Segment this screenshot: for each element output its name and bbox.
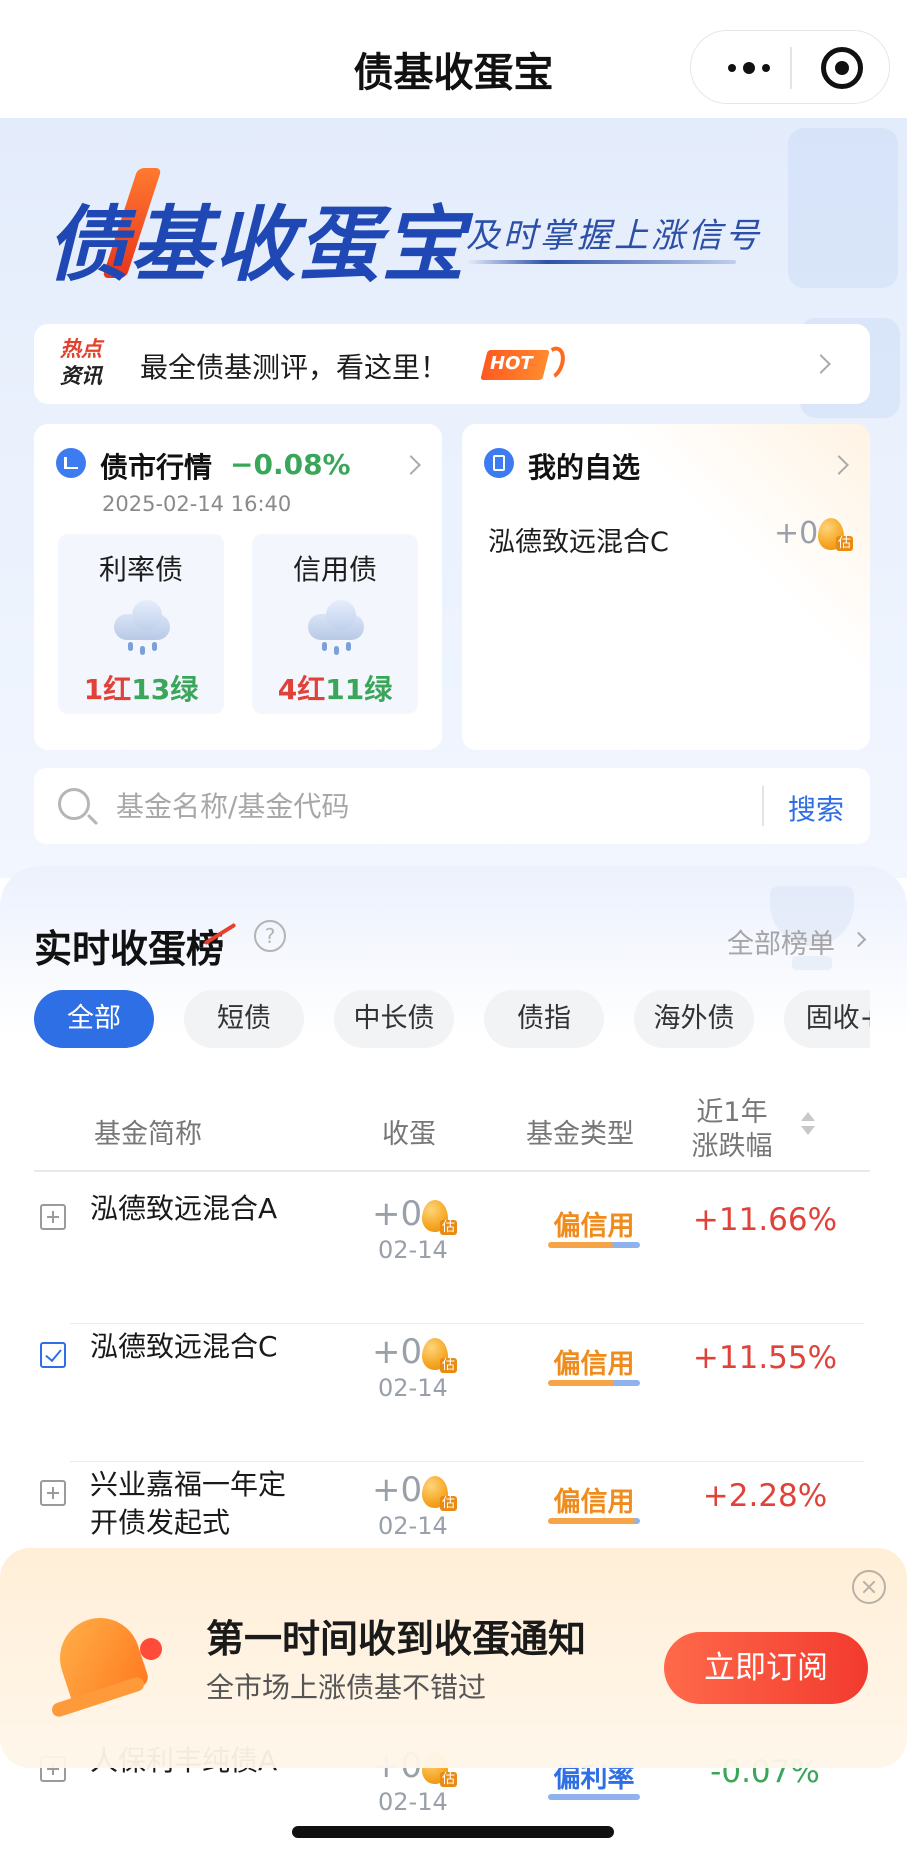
- decorative-tile: [788, 128, 898, 288]
- tab-mid-long-bond[interactable]: 中长债: [334, 990, 454, 1048]
- estimate-tag: 估: [440, 1772, 458, 1787]
- brand-slogan: 及时掌握上涨信号: [466, 216, 762, 256]
- category-tabs: 全部 短债 中长债 债指 海外债 固收+: [34, 990, 870, 1050]
- bond-market-card[interactable]: 债市行情 −0.08% 2025-02-14 16:40 利率债 1红13绿 信…: [34, 424, 442, 750]
- table-row[interactable]: 泓德致远混合C +0 估 02-14 偏信用 +11.55%: [34, 1324, 870, 1462]
- tab-fixed-income-plus[interactable]: 固收+: [784, 990, 870, 1048]
- brand-logo-text: 债基收蛋宝: [46, 198, 466, 293]
- hot-news-bar[interactable]: 热点 资讯 最全债基测评，看这里！ HOT: [34, 324, 870, 404]
- mini-program-capsule: [690, 30, 890, 104]
- more-icon[interactable]: [719, 55, 779, 81]
- row-egg-date: 02-14: [378, 1788, 448, 1816]
- row-one-year-change: +11.55%: [692, 1340, 838, 1376]
- rate-bond-label: 利率债: [98, 553, 183, 586]
- search-bar: 搜索: [34, 768, 870, 844]
- estimate-tag: 估: [836, 536, 854, 551]
- estimate-tag: 估: [440, 1220, 458, 1235]
- column-fund-name: 基金简称: [94, 1119, 202, 1150]
- row-fund-type: 偏信用: [553, 1487, 635, 1518]
- chevron-right-icon: [829, 455, 849, 475]
- column-egg: 收蛋: [382, 1119, 436, 1150]
- subscribe-button[interactable]: 立即订阅: [664, 1632, 868, 1704]
- watchlist-title: 我的自选: [528, 451, 641, 484]
- slogan-underline: [466, 260, 736, 264]
- rate-bond-box[interactable]: 利率债 1红13绿: [58, 534, 224, 714]
- rain-cloud-icon: [308, 600, 364, 655]
- row-fund-type: 偏信用: [553, 1349, 635, 1380]
- search-input[interactable]: [116, 782, 776, 830]
- nav-bar: 债基收蛋宝: [0, 0, 907, 118]
- estimate-tag: 估: [440, 1358, 458, 1373]
- row-fund-name: 泓德致远混合A: [90, 1192, 278, 1225]
- trend-flame-icon: [202, 916, 236, 950]
- hot-badge-icon: HOT: [480, 343, 570, 383]
- watchlist-item-egg-value: +0: [774, 516, 819, 551]
- add-watchlist-checkbox[interactable]: [40, 1480, 66, 1506]
- column-fund-type: 基金类型: [526, 1119, 634, 1150]
- tab-all[interactable]: 全部: [34, 990, 154, 1048]
- ranking-title: 实时收蛋榜: [34, 927, 225, 971]
- row-egg-date: 02-14: [378, 1374, 448, 1402]
- row-fund-name: 兴业嘉福一年定开债发起式: [90, 1468, 287, 1539]
- market-change: −0.08%: [230, 448, 351, 481]
- hot-news-tag: 热点 资讯: [60, 337, 102, 388]
- fund-type-bar: [548, 1794, 640, 1800]
- row-fund-type: 偏信用: [553, 1211, 635, 1242]
- sort-icon[interactable]: [800, 1112, 816, 1138]
- row-one-year-change: +2.28%: [702, 1478, 828, 1514]
- fund-type-bar: [548, 1518, 640, 1524]
- watchlist-item-name[interactable]: 泓德致远混合C: [488, 520, 669, 559]
- fund-type-bar: [548, 1242, 640, 1248]
- tab-short-bond[interactable]: 短债: [184, 990, 304, 1048]
- hot-news-text: 最全债基测评，看这里！: [140, 351, 449, 384]
- rain-cloud-icon: [114, 600, 170, 655]
- table-header: 基金简称 收蛋 基金类型 近1年 涨跌幅: [34, 1092, 870, 1172]
- row-fund-name: 泓德致远混合C: [90, 1330, 278, 1363]
- row-egg-date: 02-14: [378, 1236, 448, 1264]
- close-icon[interactable]: [852, 1570, 886, 1604]
- close-mini-program-icon[interactable]: [821, 47, 863, 89]
- tab-overseas-bond[interactable]: 海外债: [634, 990, 754, 1048]
- table-row[interactable]: 泓德致远混合A +0 估 02-14 偏信用 +11.66%: [34, 1186, 870, 1324]
- add-watchlist-checkbox[interactable]: [40, 1342, 66, 1368]
- add-watchlist-checkbox[interactable]: [40, 1204, 66, 1230]
- search-button[interactable]: 搜索: [788, 788, 844, 828]
- watchlist-icon: [484, 448, 514, 478]
- column-one-year-change[interactable]: 近1年 涨跌幅: [678, 1096, 786, 1164]
- my-watchlist-card[interactable]: 我的自选 泓德致远混合C +0 估: [462, 424, 870, 750]
- rate-bond-count: 1红13绿: [83, 673, 199, 706]
- search-divider: [762, 786, 764, 826]
- row-egg-date: 02-14: [378, 1512, 448, 1540]
- fund-type-bar: [548, 1380, 640, 1386]
- chevron-right-icon: [811, 354, 831, 374]
- home-indicator: [292, 1826, 614, 1838]
- search-icon: [58, 788, 90, 820]
- capsule-divider: [790, 47, 792, 89]
- row-egg-value: +0: [372, 1332, 423, 1372]
- estimate-tag: 估: [440, 1496, 458, 1511]
- help-icon[interactable]: ?: [254, 920, 286, 952]
- banner-title: 第一时间收到收蛋通知: [206, 1617, 587, 1661]
- market-chart-icon: [56, 448, 86, 478]
- credit-bond-count: 4红11绿: [277, 673, 393, 706]
- bell-icon: [49, 1607, 162, 1719]
- market-title: 债市行情: [100, 451, 213, 484]
- tab-bond-index[interactable]: 债指: [484, 990, 604, 1048]
- all-rankings-link[interactable]: 全部榜单: [727, 922, 835, 961]
- row-egg-value: +0: [372, 1194, 423, 1234]
- row-one-year-change: +11.66%: [692, 1202, 838, 1238]
- market-timestamp: 2025-02-14 16:40: [102, 492, 292, 516]
- credit-bond-label: 信用债: [292, 553, 377, 586]
- banner-subtitle: 全市场上涨债基不错过: [206, 1671, 487, 1704]
- row-egg-value: +0: [372, 1470, 423, 1510]
- subscribe-banner: 第一时间收到收蛋通知 全市场上涨债基不错过 立即订阅: [0, 1548, 907, 1768]
- credit-bond-box[interactable]: 信用债 4红11绿: [252, 534, 418, 714]
- chevron-right-icon: [401, 455, 421, 475]
